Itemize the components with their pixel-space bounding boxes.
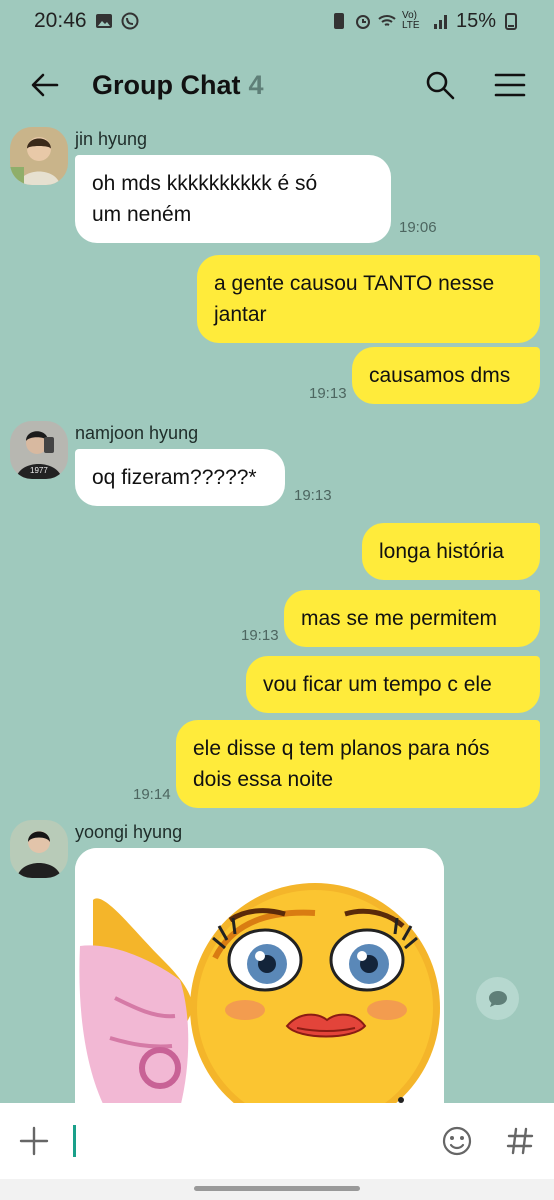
menu-button[interactable] (488, 63, 532, 107)
message-bubble[interactable]: longa história (362, 523, 540, 580)
attach-button[interactable] (17, 1124, 51, 1158)
avatar-photo: 1977 (10, 421, 68, 479)
battery-icon (505, 13, 517, 30)
whatsapp-notification-icon (121, 12, 139, 30)
hashtag-button[interactable] (503, 1124, 537, 1158)
hamburger-menu-icon (494, 73, 526, 97)
chat-title: Group Chat (92, 69, 241, 100)
system-nav-bar (0, 1179, 554, 1200)
message-bubble[interactable]: mas se me permitem (284, 590, 540, 647)
message-text-line: jantar (214, 303, 267, 326)
flirty-emoji-sticker (75, 848, 444, 1108)
message-text-line: dois essa noite (193, 768, 334, 791)
svg-text:1977: 1977 (30, 466, 48, 475)
search-button[interactable] (418, 63, 462, 107)
message-bubble[interactable]: causamos dms (352, 347, 540, 404)
avatar-namjoon[interactable]: 1977 (10, 421, 68, 479)
message-text-line: ele disse q tem planos para nós (193, 737, 490, 760)
message-text-line: oq fizeram?????* (92, 466, 257, 489)
sender-name: namjoon hyung (75, 423, 199, 443)
message-bubble[interactable]: oh mds kkkkkkkkkk é só um neném (75, 155, 391, 243)
search-icon (426, 71, 455, 100)
avatar-photo (10, 127, 68, 185)
gallery-notification-icon (95, 14, 112, 28)
avatar-photo (10, 820, 68, 878)
message-time: 19:13 (241, 627, 279, 644)
smiley-icon (442, 1126, 472, 1156)
plus-icon (19, 1126, 49, 1156)
speech-bubble-icon (488, 990, 507, 1007)
message-text-line: oh mds kkkkkkkkkk é só (92, 172, 318, 195)
message-time: 19:13 (294, 487, 332, 504)
signal-icon (433, 15, 447, 29)
message-bubble[interactable]: vou ficar um tempo c ele (246, 656, 540, 713)
alarm-icon (355, 15, 370, 29)
message-time: 19:13 (309, 385, 347, 402)
network-label: Vo) LTE (401, 10, 420, 31)
member-count: 4 (248, 69, 264, 100)
home-indicator[interactable] (194, 1186, 360, 1191)
avatar-jin[interactable] (10, 127, 68, 185)
text-caret (73, 1125, 76, 1157)
message-text-line: causamos dms (369, 364, 511, 387)
sender-name: jin hyung (75, 129, 148, 149)
image-message[interactable] (75, 848, 444, 1108)
arrow-left-icon (31, 73, 59, 97)
message-text-line: longa história (379, 540, 504, 563)
message-text-line: vou ficar um tempo c ele (263, 673, 492, 696)
message-text-line: a gente causou TANTO nesse (214, 272, 495, 295)
message-bubble[interactable]: a gente causou TANTO nesse jantar (197, 255, 540, 343)
hashtag-icon (506, 1127, 534, 1155)
share-button[interactable] (476, 977, 519, 1020)
message-input[interactable] (73, 1121, 439, 1161)
status-time: 20:46 (34, 9, 87, 32)
battery-percent: 15% (455, 9, 496, 32)
wifi-icon (378, 15, 396, 26)
message-text-line: um neném (92, 203, 192, 226)
sender-name: yoongi hyung (75, 822, 183, 842)
message-time: 19:06 (399, 219, 437, 236)
sim-icon (333, 13, 344, 29)
message-bubble[interactable]: ele disse q tem planos para nós dois ess… (176, 720, 540, 808)
message-time: 19:14 (133, 786, 171, 803)
message-bubble[interactable]: oq fizeram?????* (75, 449, 285, 506)
status-bar: 20:46 Vo) LTE 15% (0, 0, 554, 42)
message-input-bar (0, 1103, 554, 1179)
avatar-yoongi[interactable] (10, 820, 68, 878)
message-text-line: mas se me permitem (301, 607, 498, 630)
emoji-button[interactable] (439, 1123, 475, 1159)
chat-header: Group Chat 4 (0, 42, 554, 128)
back-button[interactable] (22, 62, 68, 108)
